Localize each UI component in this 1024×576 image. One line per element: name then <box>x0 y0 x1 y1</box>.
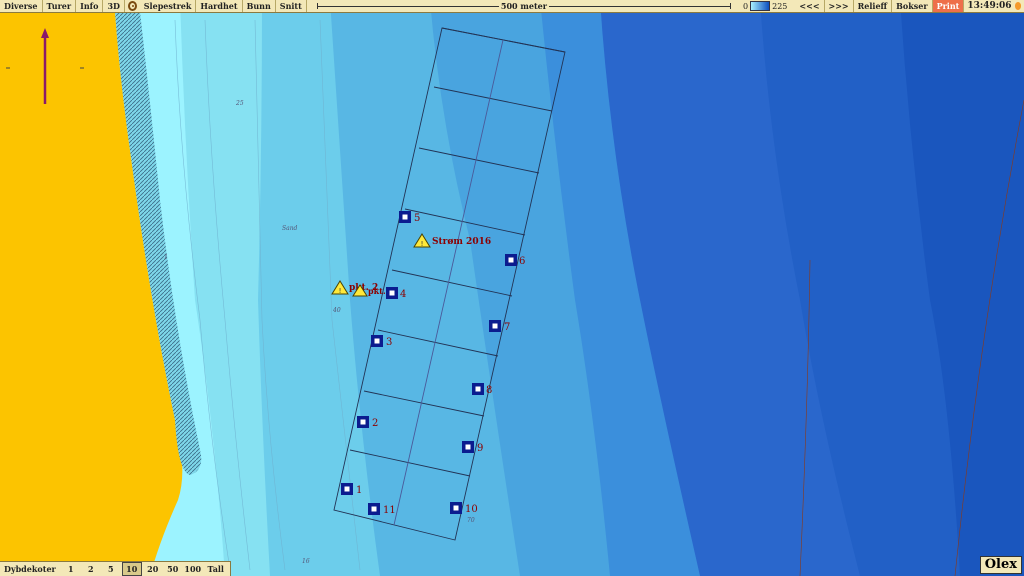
sun-icon[interactable] <box>1014 2 1021 10</box>
menu-slepestrek[interactable]: Slepestrek <box>140 0 197 12</box>
contour-option-100[interactable]: 100 <box>184 563 202 575</box>
contour-bar: Dybdekoter 1 2 5 10 20 50 100 Tall <box>0 561 231 576</box>
marker-label-6: 6 <box>519 256 525 267</box>
menu-info[interactable]: Info <box>76 0 104 12</box>
marker-label-8: 8 <box>486 385 492 396</box>
depth-label-16: 16 <box>302 558 310 565</box>
menu-diverse[interactable]: Diverse <box>0 0 43 12</box>
marker-6[interactable]: 6 <box>505 254 525 267</box>
contour-option-10[interactable]: 10 <box>121 562 142 576</box>
clock: 13:49:06 <box>967 1 1012 11</box>
warning-strom-label: Strøm 2016 <box>432 237 491 247</box>
contour-option-50[interactable]: 50 <box>164 563 182 575</box>
scale-bar: 500 meter <box>316 0 732 12</box>
warning-pkt-label: pkt. <box>368 286 386 296</box>
nav-back-button[interactable]: <<< <box>795 0 825 12</box>
marker-9[interactable]: 9 <box>462 441 483 454</box>
relief-button[interactable]: Relieff <box>854 0 893 12</box>
target-icon[interactable] <box>127 1 137 11</box>
marker-label-9: 9 <box>477 443 483 454</box>
marker-7[interactable]: 7 <box>489 320 510 333</box>
print-button[interactable]: Print <box>932 0 965 12</box>
menu-hardhet[interactable]: Hardhet <box>196 0 243 12</box>
toolbar: Diverse Turer Info 3D Slepestrek Hardhet… <box>0 0 1024 13</box>
seabed-label-sand: Sand <box>282 225 298 232</box>
svg-text:!: ! <box>421 240 424 248</box>
marker-3[interactable]: 3 <box>371 335 392 348</box>
contour-option-tall[interactable]: Tall <box>204 563 228 575</box>
marker-8[interactable]: 8 <box>472 383 492 396</box>
depth-min: 0 <box>743 1 749 11</box>
menu-snitt[interactable]: Snitt <box>276 0 307 12</box>
sea-chart[interactable]: 1 2 3 4 5 6 7 8 9 10 11 ! Strøm 2016 ! p… <box>0 0 1024 576</box>
marker-label-10: 10 <box>465 504 478 515</box>
depth-label-25: 25 <box>236 100 244 107</box>
contour-option-1[interactable]: 1 <box>62 563 80 575</box>
nav-forward-button[interactable]: >>> <box>825 0 854 12</box>
menu-turer[interactable]: Turer <box>43 0 77 12</box>
olex-logo: Olex <box>979 556 1022 574</box>
depth-label-1: 1 <box>164 254 168 261</box>
menu-3d[interactable]: 3D <box>103 0 125 12</box>
contour-option-2[interactable]: 2 <box>82 563 100 575</box>
marker-label-7: 7 <box>504 322 510 333</box>
marker-label-3: 3 <box>386 337 392 348</box>
contour-option-5[interactable]: 5 <box>102 563 120 575</box>
marker-label-11: 11 <box>383 505 396 516</box>
scale-label: 500 meter <box>498 0 549 12</box>
bokser-button[interactable]: Bokser <box>892 0 933 12</box>
marker-label-4: 4 <box>400 289 406 300</box>
marker-4[interactable]: 4 <box>386 287 406 300</box>
depth-gradient <box>750 1 771 11</box>
depth-max: 225 <box>772 1 788 11</box>
marker-label-1: 1 <box>356 485 362 496</box>
menu-bunn[interactable]: Bunn <box>243 0 276 12</box>
marker-2[interactable]: 2 <box>357 416 378 429</box>
marker-label-5: 5 <box>414 213 420 224</box>
depth-label-70: 70 <box>467 517 475 524</box>
marker-label-2: 2 <box>372 418 378 429</box>
marker-1[interactable]: 1 <box>341 483 362 496</box>
contour-option-20[interactable]: 20 <box>144 563 162 575</box>
depth-legend[interactable]: 0 225 <box>743 1 787 11</box>
svg-text:!: ! <box>339 287 342 295</box>
depth-label-40: 40 <box>333 307 341 314</box>
contour-title: Dybdekoter <box>4 564 56 574</box>
marker-5[interactable]: 5 <box>399 211 420 224</box>
